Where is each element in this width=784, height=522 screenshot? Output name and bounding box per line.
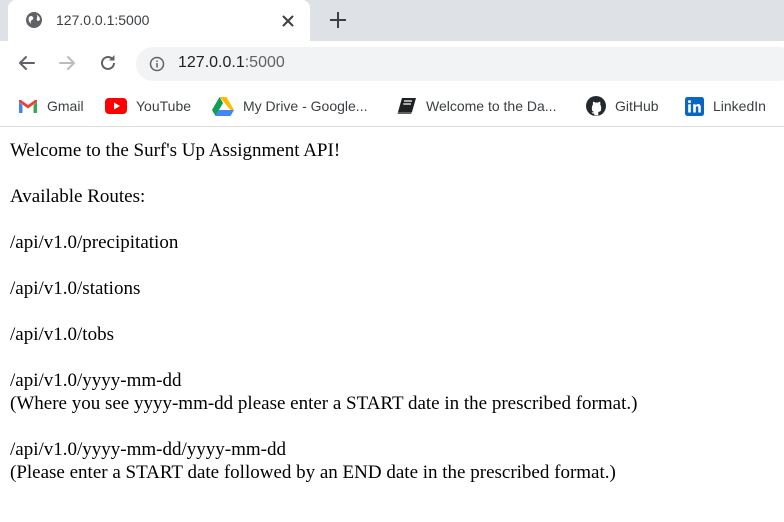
plus-icon[interactable] <box>327 9 349 31</box>
bookmark-label: LinkedIn <box>713 98 766 114</box>
linkedin-icon <box>685 96 704 116</box>
book-icon <box>397 98 416 114</box>
close-icon[interactable] <box>279 12 297 30</box>
browser-toolbar: 127.0.0.1:5000 <box>0 41 784 86</box>
url-text[interactable]: 127.0.0.1:5000 <box>178 54 285 72</box>
welcome-text: Welcome to the Surf's Up Assignment API! <box>10 140 341 161</box>
gmail-icon <box>19 99 37 113</box>
url-port: :5000 <box>244 54 285 71</box>
arrow-right-icon[interactable] <box>56 52 78 74</box>
bookmark-gmail[interactable]: Gmail <box>18 96 84 116</box>
route-start-end-block: /api/v1.0/yyyy-mm-dd/yyyy-mm-dd (Please … <box>10 438 637 484</box>
address-bar[interactable]: 127.0.0.1:5000 <box>136 47 784 81</box>
route-precipitation: /api/v1.0/precipitation <box>10 232 179 253</box>
bookmark-label: YouTube <box>136 98 192 114</box>
route-start-block: /api/v1.0/yyyy-mm-dd (Where you see yyyy… <box>10 369 637 415</box>
route-tobs: /api/v1.0/tobs <box>10 324 114 345</box>
route-start-note: (Where you see yyyy-mm-dd please enter a… <box>10 393 638 414</box>
url-host: 127.0.0.1 <box>178 54 245 71</box>
tab-title: 127.0.0.1:5000 <box>56 12 150 28</box>
youtube-icon <box>105 98 127 114</box>
bookmark-label: GitHub <box>615 98 659 114</box>
routes-heading: Available Routes: <box>10 186 146 207</box>
info-icon[interactable] <box>149 56 165 72</box>
route-start-end: /api/v1.0/yyyy-mm-dd/yyyy-mm-dd <box>10 439 287 460</box>
bookmark-youtube[interactable]: YouTube <box>105 96 191 116</box>
bookmark-linkedin[interactable]: LinkedIn <box>685 96 766 116</box>
browser-tab[interactable]: 127.0.0.1:5000 <box>8 0 310 41</box>
google-drive-icon <box>212 96 234 116</box>
reload-icon[interactable] <box>97 52 119 74</box>
page-content: Welcome to the Surf's Up Assignment API!… <box>10 139 637 507</box>
tab-strip: 127.0.0.1:5000 <box>0 0 784 41</box>
arrow-left-icon[interactable] <box>16 52 38 74</box>
route-start-end-note: (Please enter a START date followed by a… <box>10 462 616 483</box>
globe-icon <box>26 12 42 28</box>
bookmark-my-drive[interactable]: My Drive - Google... <box>212 96 367 116</box>
bookmark-label: My Drive - Google... <box>243 98 368 114</box>
route-stations: /api/v1.0/stations <box>10 278 141 299</box>
bookmark-github[interactable]: GitHub <box>586 96 659 116</box>
bookmark-label: Gmail <box>47 98 84 114</box>
bookmarks-bar: Gmail YouTube My Drive - Google... Welco… <box>0 86 784 127</box>
bookmark-label: Welcome to the Da... <box>426 98 557 114</box>
bookmark-welcome[interactable]: Welcome to the Da... <box>397 96 556 116</box>
route-start: /api/v1.0/yyyy-mm-dd <box>10 370 182 391</box>
github-icon <box>586 96 606 116</box>
